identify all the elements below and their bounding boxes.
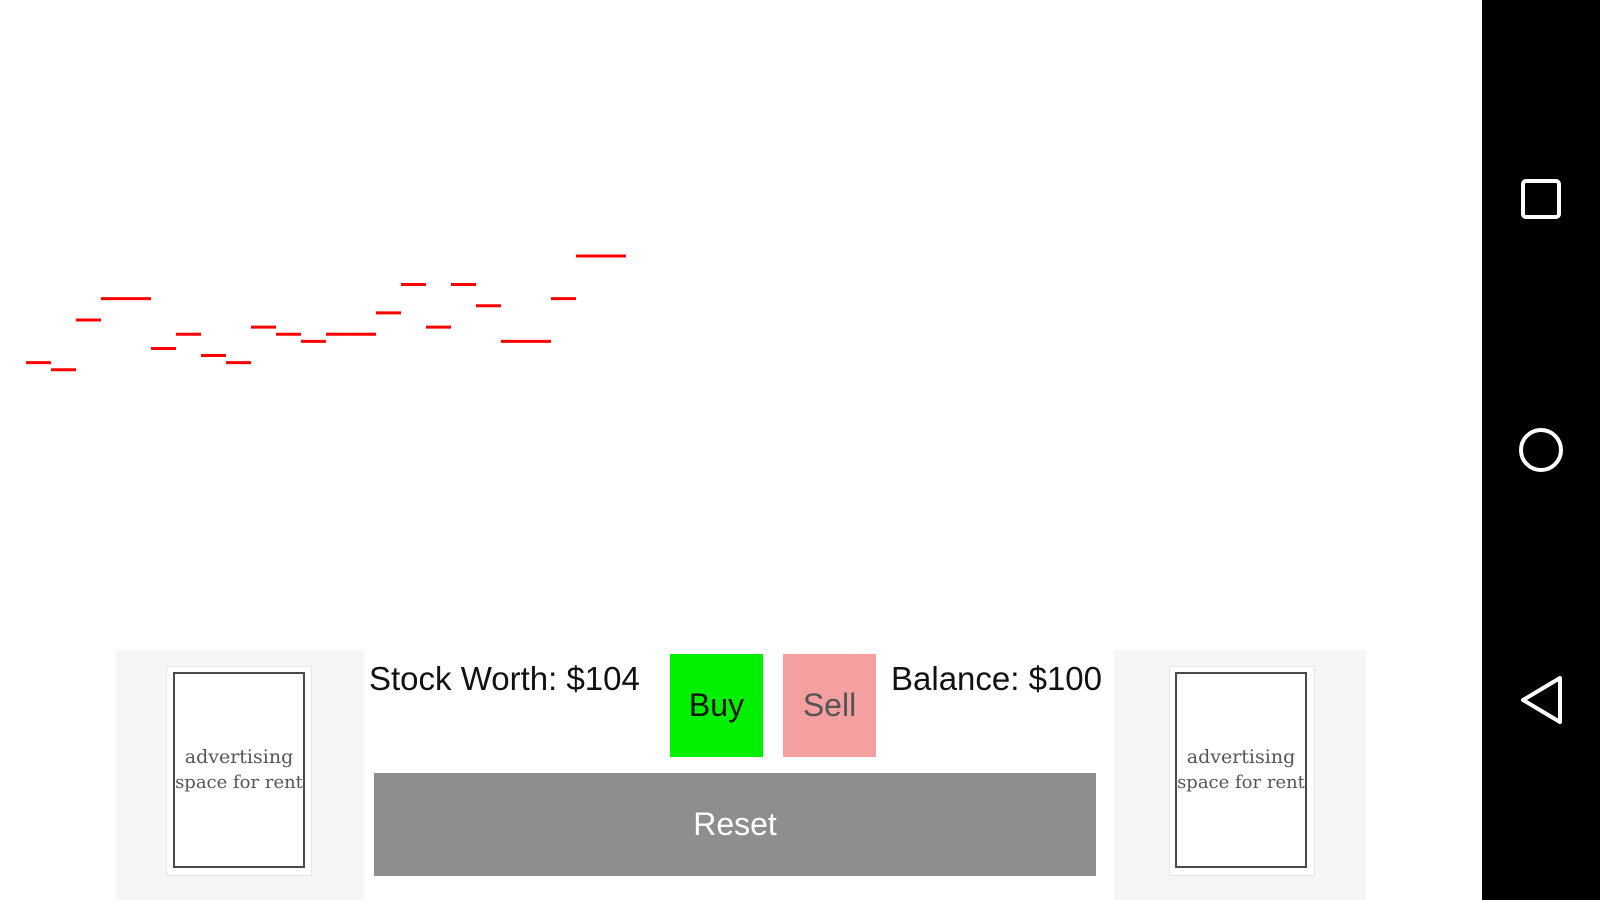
ad-left[interactable]: advertising space for rent bbox=[173, 672, 305, 868]
app-screen: advertising space for rent advertising s… bbox=[0, 0, 1482, 900]
back-triangle-icon[interactable] bbox=[1482, 670, 1600, 730]
ad-right-line1: advertising bbox=[1186, 746, 1296, 768]
balance-label: Balance: $100 bbox=[891, 660, 1103, 697]
ad-left-line1: advertising bbox=[184, 746, 294, 768]
sell-button[interactable]: Sell bbox=[783, 654, 876, 757]
price-chart bbox=[26, 254, 626, 372]
stock-worth-label: Stock Worth: $104 bbox=[369, 660, 640, 697]
ad-right[interactable]: advertising space for rent bbox=[1175, 672, 1307, 868]
reset-button[interactable]: Reset bbox=[374, 773, 1096, 876]
ad-right-line2: space for rent bbox=[1177, 772, 1305, 793]
home-circle-icon[interactable] bbox=[1482, 420, 1600, 480]
ad-left-line2: space for rent bbox=[175, 772, 303, 793]
android-navigation-bar bbox=[1482, 0, 1600, 900]
recents-square-icon[interactable] bbox=[1482, 170, 1600, 230]
buy-button[interactable]: Buy bbox=[670, 654, 763, 757]
